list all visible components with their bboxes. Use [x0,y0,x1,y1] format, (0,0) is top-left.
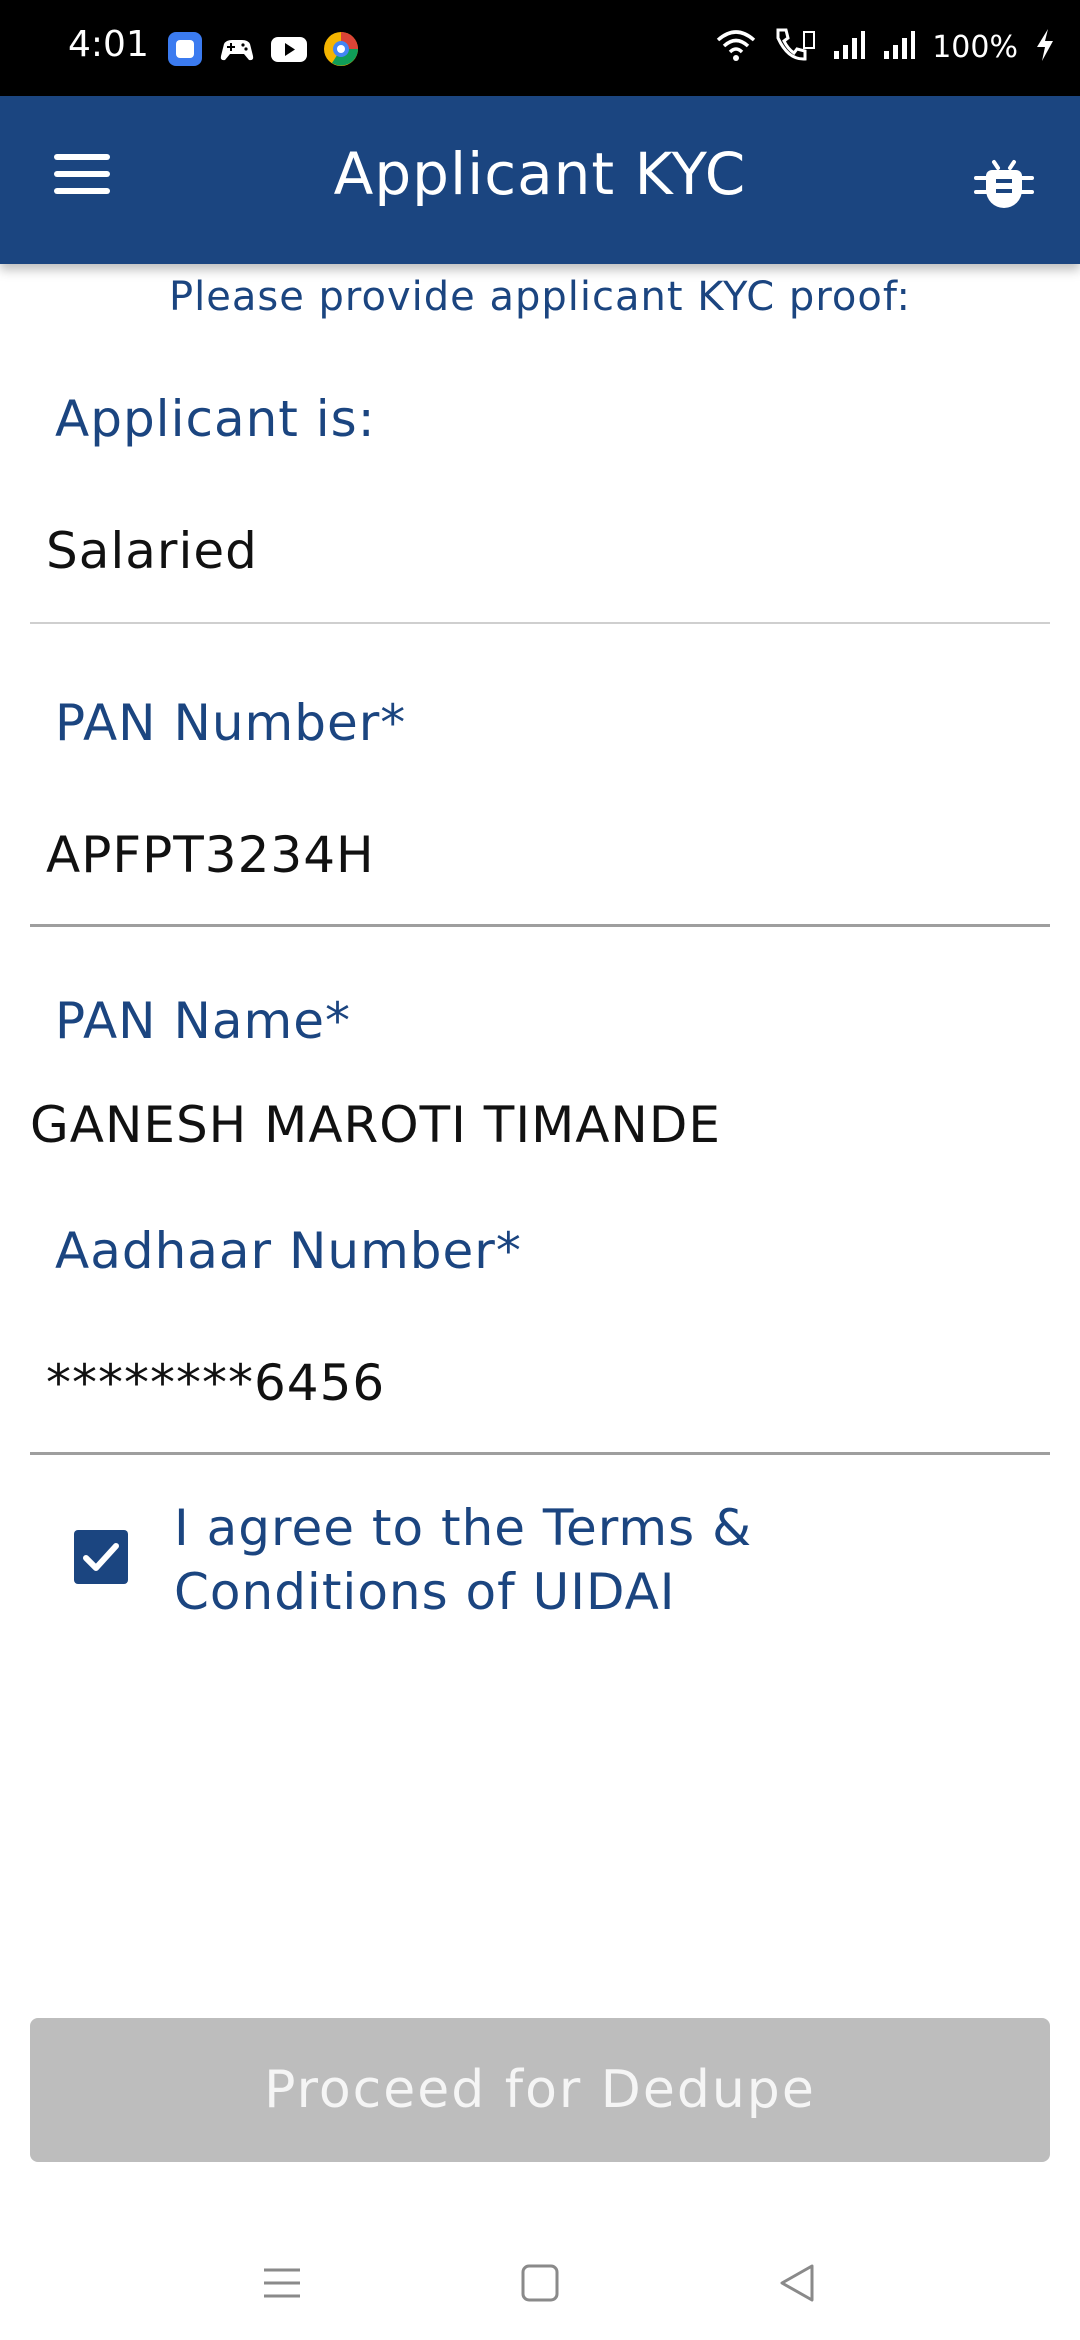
terms-label-line1: I agree to the Terms & [174,1499,753,1557]
terms-label[interactable]: I agree to the Terms & Conditions of UID… [174,1496,894,1624]
system-nav-bar [0,2220,1080,2340]
back-icon[interactable] [768,2258,828,2308]
charging-icon [1034,28,1056,66]
home-icon[interactable] [510,2258,570,2308]
kyc-instruction: Please provide applicant KYC proof: [169,274,911,320]
terms-checkbox[interactable] [74,1530,128,1584]
pan-number-label: PAN Number* [55,694,407,752]
signal-icon [832,29,866,65]
pan-name-value: GANESH MAROTI TIMANDE [30,1096,721,1154]
gamepad-icon [218,30,256,68]
youtube-icon [270,30,308,68]
wifi-icon [716,28,756,66]
page-title: Applicant KYC [333,140,747,208]
aadhaar-number-input[interactable]: ********6456 [46,1354,385,1412]
status-app-icons [166,30,360,70]
applicant-type-divider [30,622,1050,624]
browser-icon [322,30,360,68]
terms-label-line2: Conditions of UIDAI [174,1563,676,1621]
aadhaar-number-label: Aadhaar Number* [55,1222,522,1280]
recent-apps-icon[interactable] [252,2258,312,2308]
battery-level: 100% [932,29,1018,65]
applicant-type-select[interactable]: Salaried [46,522,258,580]
volte-icon [772,26,816,68]
bug-icon[interactable] [972,148,1036,212]
app-bar: Applicant KYC [0,96,1080,264]
status-bar: 4:01 100% [0,0,1080,96]
aadhaar-number-underline [30,1452,1050,1455]
checkmark-icon [83,1543,119,1571]
status-time: 4:01 [68,24,149,65]
status-indicators: 100% [716,22,1056,72]
applicant-type-label: Applicant is: [55,390,376,448]
proceed-for-dedupe-button[interactable]: Proceed for Dedupe [30,2018,1050,2162]
pan-name-label: PAN Name* [55,992,351,1050]
pan-number-underline [30,924,1050,927]
app-launcher-icon [166,30,204,68]
signal-icon [882,29,916,65]
pan-number-input[interactable]: APFPT3234H [46,826,375,884]
